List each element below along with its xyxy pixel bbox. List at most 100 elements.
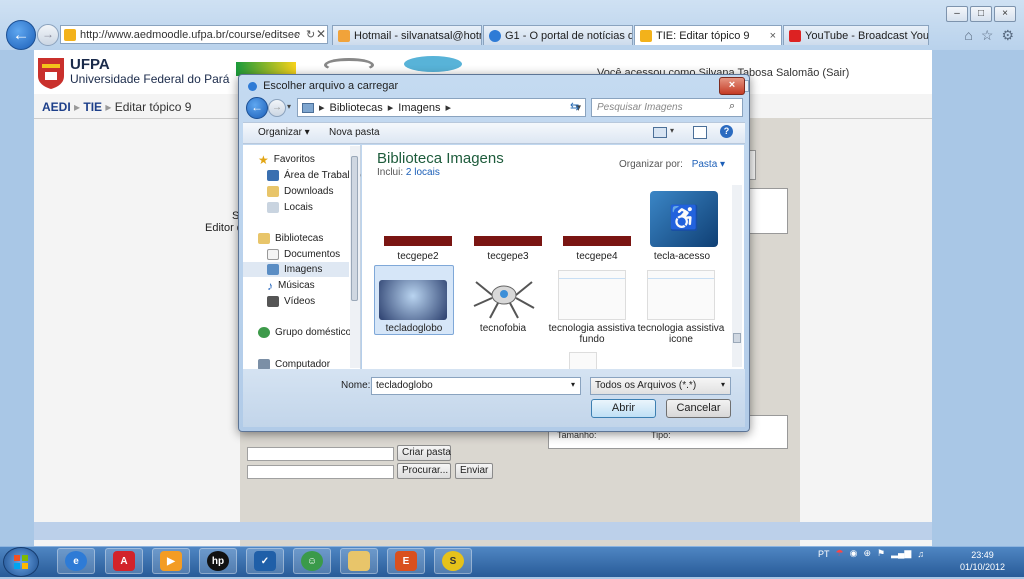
stop-icon[interactable]: ✕	[316, 27, 326, 41]
taskbar-media[interactable]: ▶	[152, 548, 190, 574]
tab-g1[interactable]: G1 - O portal de notícias da Gl...	[483, 25, 633, 45]
dialog-close-button[interactable]: ×	[719, 77, 745, 95]
file-tile-tecgepe3[interactable]	[469, 236, 547, 250]
search-icon: ⌕	[729, 100, 736, 112]
taskbar-avira[interactable]: A	[105, 548, 143, 574]
nav-scrollbar-thumb[interactable]	[351, 156, 358, 301]
media-player-icon: ▶	[160, 551, 182, 571]
new-folder-button[interactable]: Nova pasta	[329, 127, 380, 138]
create-folder-button[interactable]: Criar pasta	[397, 445, 451, 461]
file-tile-tecgepe2[interactable]	[379, 236, 457, 250]
tab-tie-editar[interactable]: TIE: Editar tópico 9 ×	[634, 25, 782, 45]
includes-link[interactable]: 2 locais	[406, 167, 440, 178]
view-options-icon[interactable]	[653, 127, 667, 138]
refresh-icon[interactable]: ⇆	[570, 100, 579, 113]
filetype-chevron-icon[interactable]: ▾	[721, 380, 725, 389]
cancel-button[interactable]: Cancelar	[666, 399, 731, 418]
tray-icon[interactable]: ◉	[850, 548, 858, 559]
music-icon: ♪	[267, 278, 273, 293]
gear-icon[interactable]: ⚙	[1001, 27, 1014, 44]
nav-places[interactable]: Locais	[267, 200, 313, 215]
taskbar-people[interactable]: ☺	[293, 548, 331, 574]
forward-button[interactable]: →	[37, 24, 59, 46]
tab-youtube[interactable]: YouTube - Broadcast Yourself.	[783, 25, 929, 45]
desktop-icon	[267, 170, 279, 181]
filename-dropdown-icon[interactable]: ▾	[571, 380, 575, 389]
taskbar-explorer[interactable]	[340, 548, 378, 574]
taskbar-task[interactable]: ✓	[246, 548, 284, 574]
ie-icon	[248, 81, 257, 91]
volume-icon[interactable]: ♫	[917, 549, 924, 559]
dialog-search-input[interactable]: Pesquisar Imagens	[591, 98, 743, 117]
dialog-forward-button[interactable]: →	[268, 99, 286, 117]
path-images[interactable]: Imagens	[398, 102, 440, 114]
nav-videos[interactable]: Vídeos	[267, 294, 315, 309]
nav-documents[interactable]: Documentos	[267, 247, 340, 262]
preview-pane-icon[interactable]	[693, 126, 707, 139]
dialog-back-button[interactable]: ←	[246, 97, 268, 119]
taskbar-mediator[interactable]: S	[434, 548, 472, 574]
accessibility-key-icon: ♿	[650, 191, 718, 247]
nav-music[interactable]: ♪ Músicas	[267, 278, 315, 293]
taskbar-hp[interactable]: hp	[199, 548, 237, 574]
ufpa-logo-icon	[36, 56, 66, 90]
nav-homegroup[interactable]: Grupo doméstico	[258, 325, 351, 340]
file-tile-tecgepe4[interactable]	[558, 236, 636, 250]
breadcrumb-tie[interactable]: TIE	[83, 100, 102, 114]
arrange-dropdown[interactable]: Pasta ▾	[692, 159, 725, 170]
nav-scrollbar[interactable]	[350, 146, 360, 368]
tray-icon[interactable]: ⊕	[863, 548, 871, 559]
close-tab-icon[interactable]: ×	[770, 30, 776, 42]
dialog-address-bar[interactable]: ▸ Bibliotecas ▸ Imagens ▸ ▾	[297, 98, 586, 117]
file-path-input[interactable]	[247, 465, 394, 479]
internet-explorer-icon: e	[65, 551, 87, 571]
home-icon[interactable]: ⌂	[964, 27, 972, 44]
filename-input[interactable]: tecladoglobo	[371, 377, 581, 395]
file-name: tecgepe2	[397, 251, 439, 262]
browse-button[interactable]: Procurar...	[397, 463, 451, 479]
office-icon: E	[395, 551, 417, 571]
open-button[interactable]: Abrir	[591, 399, 656, 418]
nav-favorites[interactable]: ★ Favoritos	[258, 152, 315, 167]
network-icon[interactable]: ▂▄▆	[891, 548, 911, 559]
taskbar-office[interactable]: E	[387, 548, 425, 574]
library-includes: Inclui: 2 locais	[377, 167, 440, 178]
filetype-select[interactable]: Todos os Arquivos (*.*)	[590, 377, 731, 395]
tecnologia-icone-thumbnail[interactable]	[647, 270, 715, 320]
language-indicator[interactable]: PT	[818, 549, 830, 559]
address-bar[interactable]: http://www.aedmoodle.ufpa.br/course/edit…	[60, 25, 328, 44]
tab-hotmail[interactable]: Hotmail - silvanatsal@hotmail....	[332, 25, 482, 45]
nav-label: Locais	[284, 202, 313, 213]
start-button[interactable]	[3, 547, 39, 577]
maximize-button[interactable]: □	[970, 6, 992, 22]
close-window-button[interactable]: ×	[994, 6, 1016, 22]
nav-desktop[interactable]: Área de Trabalho	[267, 168, 361, 183]
send-button[interactable]: Enviar	[455, 463, 493, 479]
nav-libraries[interactable]: Bibliotecas	[258, 231, 323, 246]
search-icon[interactable]: ⌕	[295, 28, 301, 41]
back-button[interactable]: ←	[6, 20, 36, 50]
brand-subtitle: Universidade Federal do Pará	[70, 72, 230, 86]
help-icon[interactable]: ?	[720, 125, 733, 138]
path-libraries[interactable]: Bibliotecas	[330, 102, 383, 114]
tecnofobia-thumbnail[interactable]	[470, 270, 538, 320]
nav-downloads[interactable]: Downloads	[267, 184, 333, 199]
file-area-scrollbar-thumb[interactable]	[733, 333, 741, 343]
breadcrumb-aedi[interactable]: AEDI	[42, 100, 71, 114]
folder-name-input[interactable]	[247, 447, 394, 461]
nav-images-selected[interactable]: Imagens	[243, 262, 349, 277]
tecnologia-fundo-thumbnail[interactable]	[558, 270, 626, 320]
favorites-star-icon[interactable]: ☆	[981, 27, 994, 44]
site-favicon-icon	[64, 28, 76, 41]
file-name: tecnofobia	[479, 323, 527, 334]
organize-button[interactable]: Organizar ▾	[258, 127, 310, 138]
avira-tray-icon[interactable]: ☂	[836, 548, 844, 559]
file-tile-tecla-acesso[interactable]: ♿	[645, 191, 723, 247]
view-options-chevron-icon[interactable]: ▾	[670, 126, 674, 135]
taskbar-ie[interactable]: e	[57, 548, 95, 574]
tray-icon[interactable]: ⚑	[877, 548, 885, 559]
recent-locations-chevron-icon[interactable]: ▾	[287, 102, 291, 111]
clock[interactable]: 23:49 01/10/2012	[960, 549, 1005, 573]
refresh-icon[interactable]: ↻	[306, 28, 315, 41]
minimize-button[interactable]: –	[946, 6, 968, 22]
